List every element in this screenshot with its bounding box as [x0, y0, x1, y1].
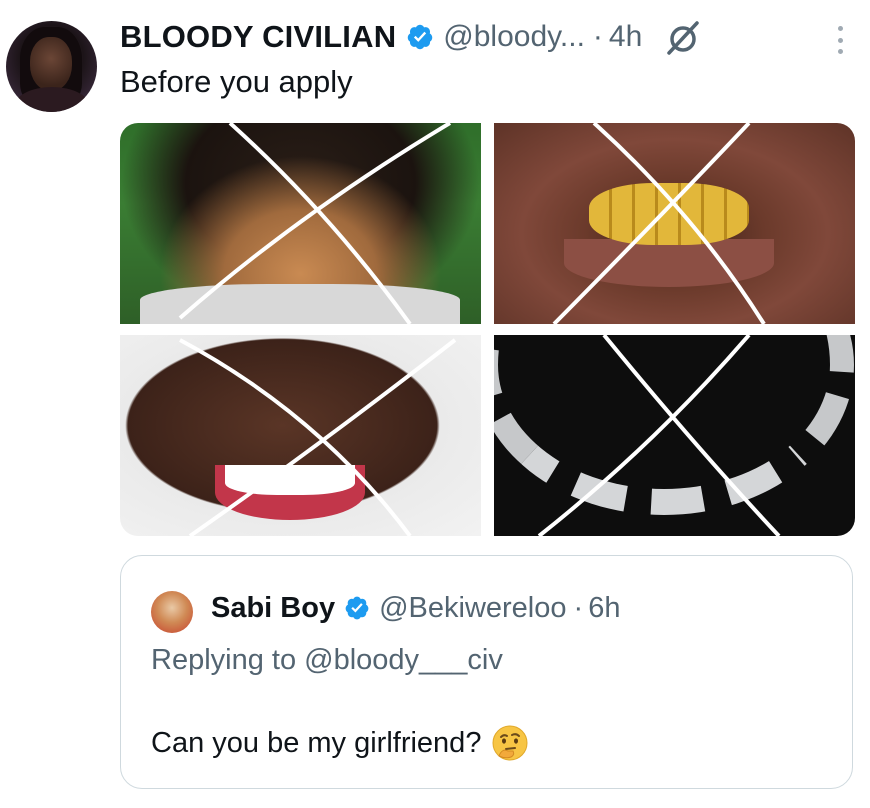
cross-out-icon [537, 335, 781, 536]
header-separator: · [592, 20, 603, 53]
quoted-author-display-name[interactable]: Sabi Boy [211, 592, 335, 625]
grok-icon[interactable] [662, 17, 706, 57]
author-avatar[interactable] [6, 21, 97, 112]
author-handle[interactable]: @bloody... [443, 20, 585, 54]
cross-out-icon [178, 123, 452, 324]
media-image-grillz[interactable] [494, 123, 855, 324]
quoted-tweet-header: Sabi Boy @Bekiwereloo · 6h [211, 586, 620, 630]
quoted-header-separator: · [573, 591, 584, 624]
tweet-timestamp[interactable]: 4h [609, 20, 642, 54]
verified-badge-icon [406, 23, 434, 51]
avatar-face [30, 37, 72, 91]
quoted-tweet-text-row: Can you be my girlfriend? [151, 724, 529, 762]
media-image-braids[interactable] [120, 123, 481, 324]
author-display-name[interactable]: BLOODY CIVILIAN [120, 19, 396, 55]
tweet-header: BLOODY CIVILIAN @bloody... · 4h [120, 16, 850, 58]
media-grid [120, 123, 855, 536]
media-image-veneers[interactable] [120, 335, 481, 536]
quoted-author-avatar[interactable] [151, 591, 193, 633]
tweet-text: Before you apply [120, 64, 353, 99]
replying-prefix: Replying to [151, 644, 297, 676]
media-image-chain[interactable] [494, 335, 855, 536]
cross-out-icon [179, 338, 457, 536]
quoted-tweet-text: Can you be my girlfriend? [151, 726, 482, 759]
replying-to-line: Replying to @bloody___civ [151, 644, 503, 677]
quoted-tweet-timestamp[interactable]: 6h [588, 592, 620, 625]
more-options-icon[interactable] [830, 22, 850, 58]
cross-out-icon [552, 123, 766, 324]
replying-handle-link[interactable]: @bloody___civ [304, 644, 503, 676]
quoted-tweet-card[interactable]: Sabi Boy @Bekiwereloo · 6h Replying to @… [120, 555, 853, 789]
verified-badge-icon [344, 595, 370, 621]
thinking-face-icon [491, 724, 529, 762]
quoted-author-handle[interactable]: @Bekiwereloo [379, 592, 566, 625]
